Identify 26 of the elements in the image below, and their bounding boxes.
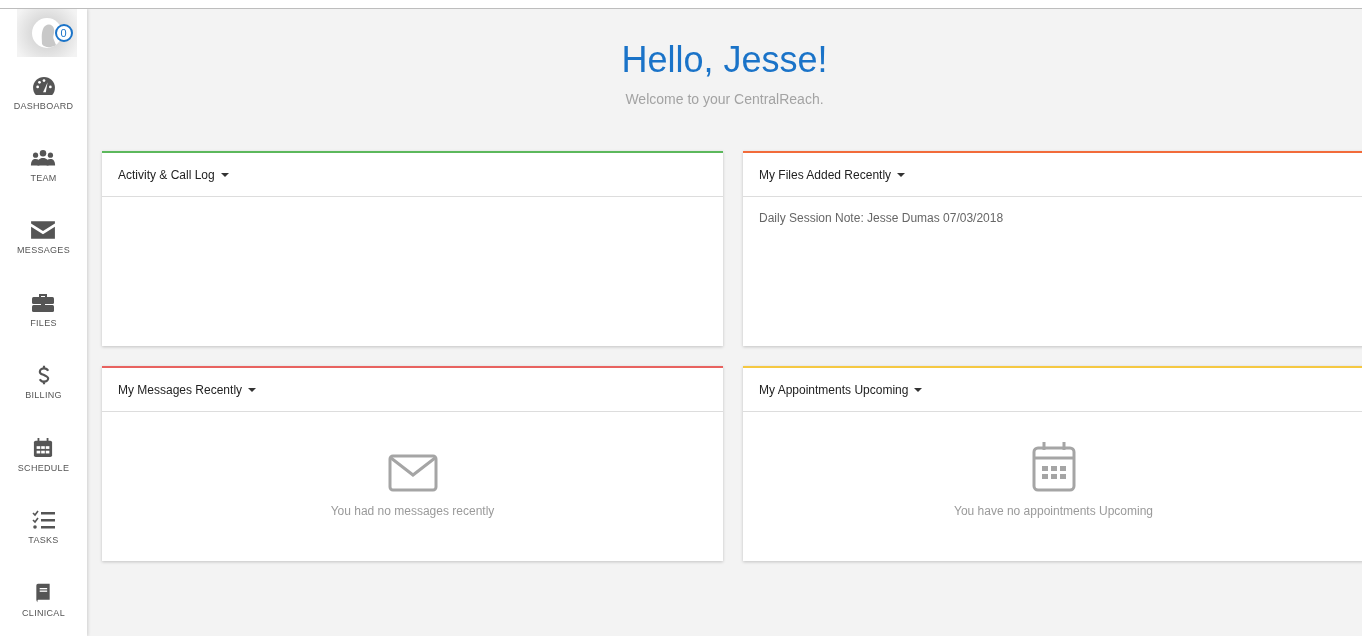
nav-item[interactable]: CLINICAL bbox=[22, 563, 65, 636]
empty-message: You have no appointments Upcoming bbox=[954, 504, 1153, 518]
people-icon bbox=[30, 147, 57, 168]
nav-item[interactable]: FILES bbox=[30, 273, 57, 347]
widget-title-dropdown[interactable]: Activity & Call Log bbox=[118, 167, 229, 182]
greeting-title: Hello, Jesse! bbox=[620, 39, 829, 81]
nav-item[interactable]: MESSAGES bbox=[17, 201, 70, 274]
widget-title-dropdown[interactable]: My Files Added Recently bbox=[759, 167, 906, 182]
nav-item[interactable]: SCHEDULE bbox=[17, 418, 70, 492]
nav-item[interactable]: TASKS bbox=[28, 491, 59, 564]
nav-item[interactable]: BILLING bbox=[25, 346, 62, 419]
widget-title-dropdown[interactable]: My Messages Recently bbox=[118, 382, 257, 397]
envelope-icon bbox=[30, 220, 57, 241]
widget-title-dropdown[interactable]: My Appointments Upcoming bbox=[759, 382, 923, 397]
avatar-icon bbox=[31, 17, 62, 48]
avatar-area[interactable]: 0 bbox=[16, 9, 77, 57]
checklist-icon bbox=[30, 510, 57, 531]
calendar-icon bbox=[1031, 442, 1076, 492]
greeting-subtitle: Welcome to your CentralReach. bbox=[624, 91, 825, 107]
file-link[interactable]: Daily Session Note: Jesse Dumas 07/03/2018 bbox=[759, 211, 1348, 225]
briefcase-icon bbox=[30, 292, 57, 313]
nav-item[interactable]: TEAM bbox=[30, 128, 57, 202]
empty-message: You had no messages recently bbox=[330, 504, 495, 518]
nav-item[interactable]: DASHBOARD bbox=[13, 56, 74, 129]
gauge-icon bbox=[30, 75, 57, 96]
envelope-icon bbox=[387, 454, 438, 492]
